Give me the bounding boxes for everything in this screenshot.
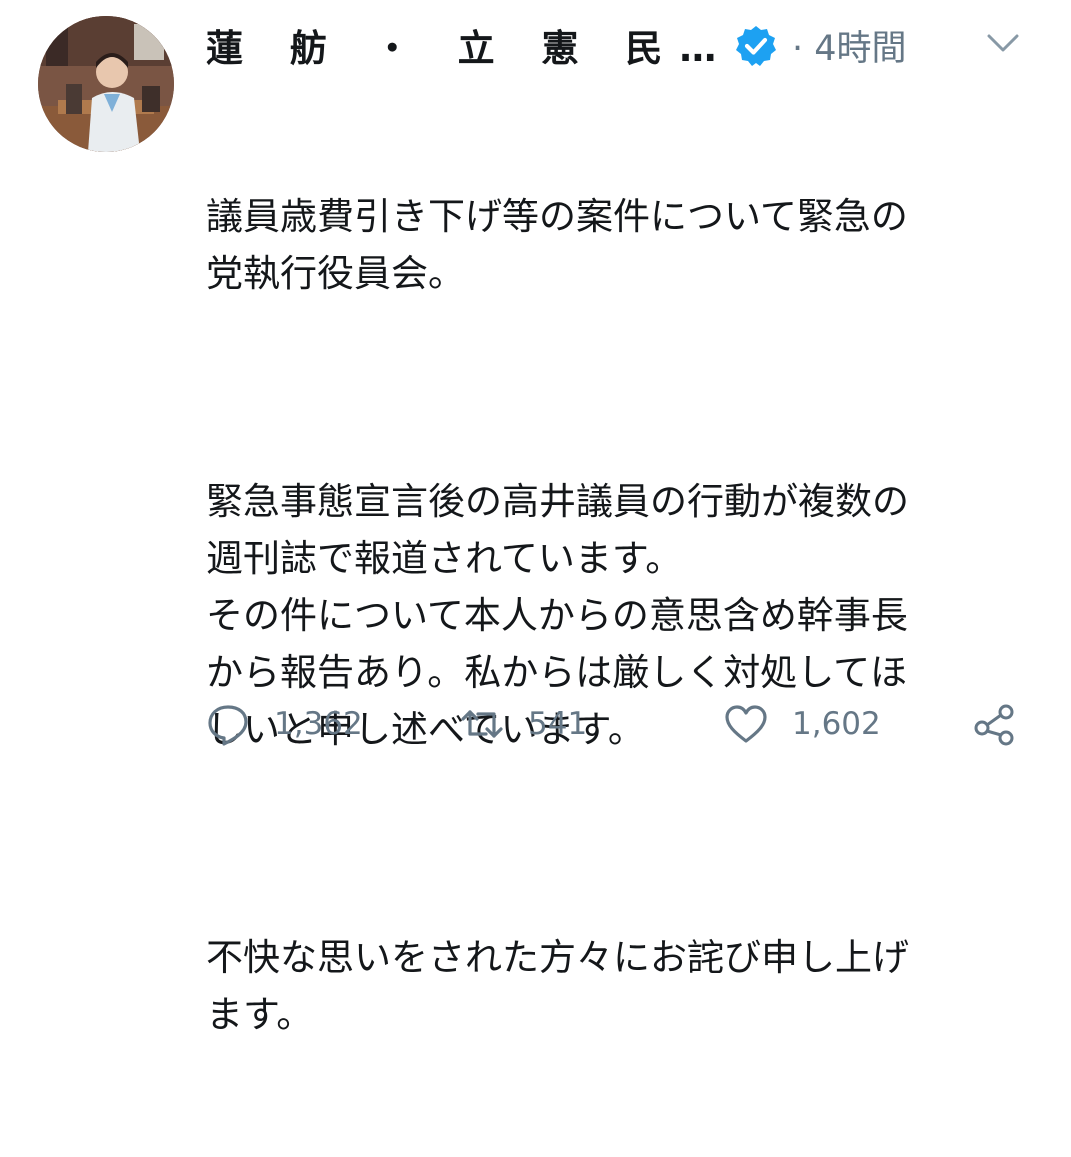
share-button[interactable]: [972, 700, 1016, 748]
reply-count: 1,362: [274, 706, 363, 742]
tweet-paragraph: 議員歳費引き下げ等の案件について緊急の 党執行役員会。: [206, 195, 908, 295]
author-name[interactable]: 蓮 舫 ・ 立 憲 民…: [206, 18, 733, 72]
reply-icon: [208, 705, 248, 746]
tweet-timestamp[interactable]: · 4時間: [792, 20, 907, 71]
verified-badge-icon: [736, 26, 776, 66]
avatar[interactable]: [38, 16, 174, 152]
tweet-paragraph: 不快な思いをされた方々にお詫び申し上げ ます。: [206, 936, 909, 1036]
chevron-down-icon[interactable]: [986, 32, 1020, 54]
tweet-header: 蓮 舫 ・ 立 憲 民… · 4時間: [206, 12, 1046, 72]
profile-photo-icon: [38, 16, 174, 152]
like-button[interactable]: 1,602: [724, 700, 881, 748]
heart-icon: [725, 705, 767, 743]
reply-button[interactable]: 1,362: [206, 700, 363, 748]
tweet[interactable]: 蓮 舫 ・ 立 憲 民… · 4時間 議員歳費引き下げ等の案件について緊急の 党…: [0, 0, 1071, 1036]
retweet-count: 541: [528, 706, 588, 742]
retweet-icon: [461, 710, 503, 738]
retweet-button[interactable]: 541: [460, 700, 587, 748]
tweet-text: 議員歳費引き下げ等の案件について緊急の 党執行役員会。 緊急事態宣言後の高井議員…: [206, 74, 1026, 1157]
tweet-actions: 1,362 541 1,602: [206, 700, 1036, 748]
like-count: 1,602: [792, 706, 881, 742]
share-icon: [974, 704, 1014, 746]
